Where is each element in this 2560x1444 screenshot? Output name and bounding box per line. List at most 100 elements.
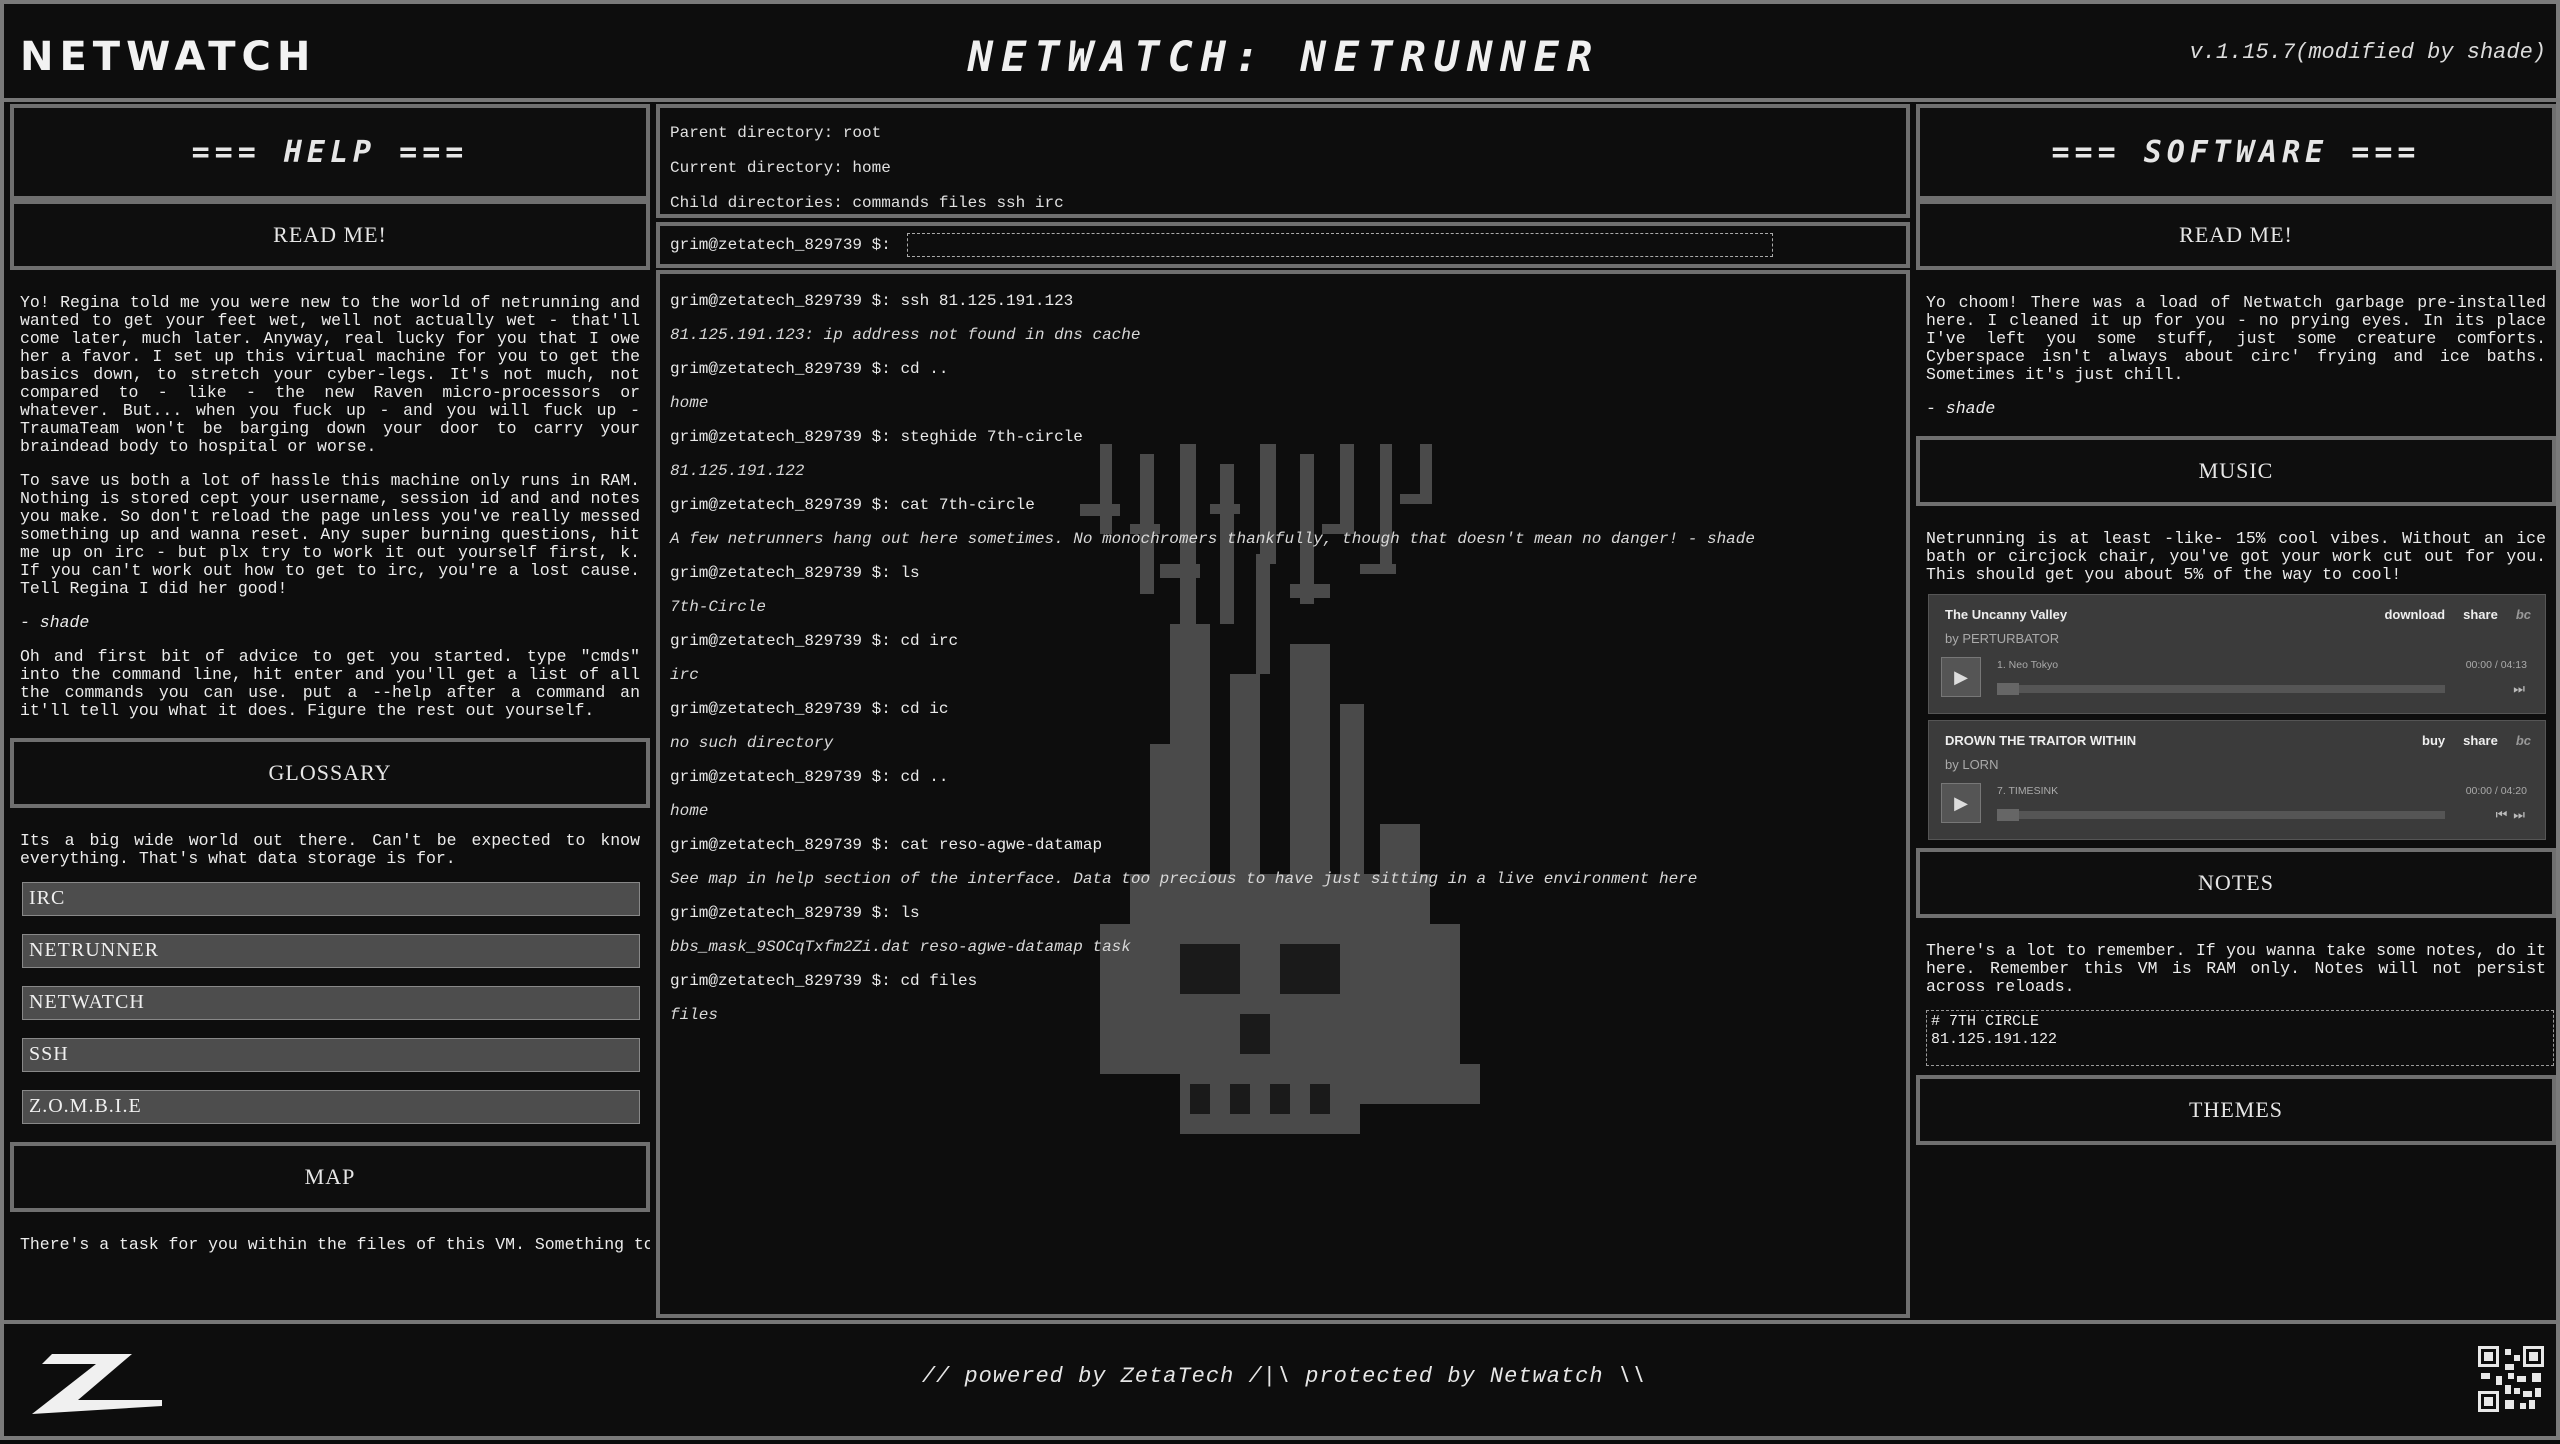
glossary-list: IRC NETRUNNER NETWATCH SSH Z.O.M.B.I.E — [10, 882, 650, 1124]
terminal-panel: Parent directory: root Current directory… — [656, 104, 1910, 1318]
album-title[interactable]: DROWN THE TRAITOR WITHIN — [1945, 733, 2136, 748]
software-readme-signature: - shade — [1926, 399, 1996, 418]
notes-textarea[interactable] — [1926, 1010, 2554, 1066]
terminal-output-line: bbs_mask_9SOCqTxfm2Zi.dat reso-agwe-data… — [670, 938, 1131, 956]
skip-forward-icon: ⏭ — [2513, 681, 2531, 696]
album-title[interactable]: The Uncanny Valley — [1945, 607, 2067, 622]
software-panel: === SOFTWARE === READ ME! Yo choom! Ther… — [1916, 104, 2556, 1318]
terminal-output-line: 81.125.191.123: ip address not found in … — [670, 326, 1141, 344]
footer: // powered by ZetaTech /|\ protected by … — [4, 1320, 2560, 1444]
terminal-output-line: A few netrunners hang out here sometimes… — [670, 530, 1755, 548]
footer-text: // powered by ZetaTech /|\ protected by … — [921, 1364, 1647, 1389]
map-header[interactable]: MAP — [10, 1142, 650, 1212]
buy-link[interactable]: buy — [2422, 733, 2445, 748]
command-prompt: grim@zetatech_829739 $: — [670, 236, 891, 254]
terminal-output-line: 7th-Circle — [670, 598, 767, 616]
terminal-lines: grim@zetatech_829739 $: ssh 81.125.191.1… — [670, 284, 1896, 1032]
directory-info: Parent directory: root Current directory… — [656, 104, 1910, 218]
album-artist[interactable]: by PERTURBATOR — [1945, 631, 2059, 646]
play-icon: ▶ — [1954, 666, 1968, 687]
notes-header[interactable]: NOTES — [1916, 848, 2556, 918]
track-controls: ⏮⏭ — [2496, 807, 2531, 823]
share-link[interactable]: share — [2463, 607, 2498, 622]
terminal-output-line: See map in help section of the interface… — [670, 870, 1698, 888]
play-button[interactable]: ▶ — [1941, 657, 1981, 697]
help-readme-header[interactable]: READ ME! — [10, 200, 650, 270]
terminal-command-line: grim@zetatech_829739 $: cat 7th-circle — [670, 496, 1035, 514]
help-readme-text: Yo! Regina told me you were new to the w… — [10, 270, 650, 738]
terminal-command-line: grim@zetatech_829739 $: cd ic — [670, 700, 949, 718]
play-icon: ▶ — [1954, 792, 1968, 813]
terminal-command-line: grim@zetatech_829739 $: cat reso-agwe-da… — [670, 836, 1103, 854]
terminal-output[interactable]: grim@zetatech_829739 $: ssh 81.125.191.1… — [656, 270, 1910, 1318]
command-line: grim@zetatech_829739 $: — [656, 222, 1910, 268]
music-player[interactable]: The Uncanny Valley by PERTURBATOR downlo… — [1928, 594, 2546, 714]
glossary-item-netwatch[interactable]: NETWATCH — [22, 986, 640, 1020]
terminal-command-line: grim@zetatech_829739 $: ls — [670, 564, 920, 582]
child-directories: Child directories: commands files ssh ir… — [670, 194, 1064, 212]
skip-back-icon[interactable]: ⏮ — [2496, 807, 2514, 822]
map-text: There's a task for you within the files … — [20, 1235, 650, 1254]
terminal-output-line: home — [670, 394, 709, 412]
software-readme-body: Yo choom! There was a load of Netwatch g… — [1926, 293, 2546, 384]
help-title: === HELP === — [10, 104, 650, 200]
readme-paragraph: Yo! Regina told me you were new to the w… — [20, 293, 640, 456]
progress-bar[interactable] — [1997, 809, 2445, 821]
track-name: 7. TIMESINK — [1997, 785, 2059, 797]
glossary-item-irc[interactable]: IRC — [22, 882, 640, 916]
music-player[interactable]: DROWN THE TRAITOR WITHIN by LORN buy sha… — [1928, 720, 2546, 840]
software-readme-text: Yo choom! There was a load of Netwatch g… — [1916, 270, 2556, 436]
terminal-output-line: 81.125.191.122 — [670, 462, 805, 480]
terminal-output-line: files — [670, 1006, 719, 1024]
next-track-button[interactable]: ⏭ — [2513, 681, 2531, 697]
terminal-command-line: grim@zetatech_829739 $: cd .. — [670, 768, 949, 786]
bandcamp-logo[interactable]: bc — [2516, 607, 2531, 622]
command-input[interactable] — [906, 233, 1773, 257]
notes-text: There's a lot to remember. If you wanna … — [1926, 941, 2546, 996]
page-title: NETWATCH: NETRUNNER — [967, 32, 1601, 81]
progress-knob[interactable] — [1997, 809, 2019, 821]
skip-forward-icon[interactable]: ⏭ — [2513, 807, 2531, 822]
track-name: 1. Neo Tokyo — [1997, 659, 2059, 671]
glossary-item-netrunner[interactable]: NETRUNNER — [22, 934, 640, 968]
parent-directory: Parent directory: root — [670, 124, 882, 142]
music-text: Netrunning is at least -like- 15% cool v… — [1926, 529, 2546, 584]
glossary-item-ssh[interactable]: SSH — [22, 1038, 640, 1072]
player-actions: download share bc — [2384, 607, 2531, 622]
help-panel: === HELP === READ ME! Yo! Regina told me… — [10, 104, 650, 1318]
terminal-command-line: grim@zetatech_829739 $: ls — [670, 904, 920, 922]
software-readme-header[interactable]: READ ME! — [1916, 200, 2556, 270]
qr-code-icon — [2478, 1346, 2544, 1412]
progress-knob[interactable] — [1997, 683, 2019, 695]
share-link[interactable]: share — [2463, 733, 2498, 748]
player-actions: buy share bc — [2422, 733, 2531, 748]
glossary-item-zombie[interactable]: Z.O.M.B.I.E — [22, 1090, 640, 1124]
progress-bar[interactable] — [1997, 683, 2445, 695]
themes-header[interactable]: THEMES — [1916, 1075, 2556, 1145]
current-directory: Current directory: home — [670, 159, 891, 177]
app-frame: NETWATCH NETWATCH: NETRUNNER v.1.15.7(mo… — [0, 0, 2560, 1440]
music-header[interactable]: MUSIC — [1916, 436, 2556, 506]
terminal-command-line: grim@zetatech_829739 $: steghide 7th-cir… — [670, 428, 1083, 446]
version-label: v.1.15.7(modified by shade) — [2189, 40, 2546, 65]
terminal-command-line: grim@zetatech_829739 $: cd files — [670, 972, 978, 990]
play-button[interactable]: ▶ — [1941, 783, 1981, 823]
album-artist[interactable]: by LORN — [1945, 757, 1998, 772]
software-title: === SOFTWARE === — [1916, 104, 2556, 200]
terminal-command-line: grim@zetatech_829739 $: ssh 81.125.191.1… — [670, 292, 1074, 310]
track-time: 00:00 / 04:20 — [2465, 785, 2527, 797]
readme-paragraph: To save us both a lot of hassle this mac… — [20, 471, 640, 598]
terminal-command-line: grim@zetatech_829739 $: cd .. — [670, 360, 949, 378]
track-time: 00:00 / 04:13 — [2465, 659, 2527, 671]
bandcamp-logo[interactable]: bc — [2516, 733, 2531, 748]
terminal-output-line: no such directory — [670, 734, 834, 752]
glossary-text: Its a big wide world out there. Can't be… — [20, 831, 640, 868]
terminal-output-line: irc — [670, 666, 699, 684]
readme-paragraph: Oh and first bit of advice to get you st… — [20, 647, 640, 720]
readme-signature: - shade — [20, 613, 90, 632]
glossary-header[interactable]: GLOSSARY — [10, 738, 650, 808]
header: NETWATCH NETWATCH: NETRUNNER v.1.15.7(mo… — [4, 4, 2560, 102]
terminal-output-line: home — [670, 802, 709, 820]
download-link[interactable]: download — [2384, 607, 2445, 622]
terminal-command-line: grim@zetatech_829739 $: cd irc — [670, 632, 959, 650]
